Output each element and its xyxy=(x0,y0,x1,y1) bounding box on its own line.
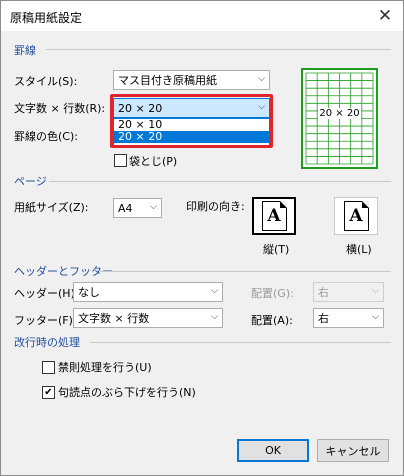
ok-button[interactable]: OK xyxy=(237,439,309,462)
icon-letter: A xyxy=(267,206,281,226)
fold-checkbox[interactable] xyxy=(114,154,127,167)
manuscript-preview: 20 × 20 xyxy=(301,68,378,169)
header-select[interactable]: なし ⌵ xyxy=(73,282,223,302)
icon-letter: A xyxy=(349,206,363,226)
section-divider xyxy=(100,271,391,272)
checkmark-icon: ✔ xyxy=(44,387,53,398)
footer-position-label: 配置(A): xyxy=(251,314,293,327)
chars-lines-label: 文字数 × 行数(R): xyxy=(14,102,106,115)
landscape-label: 横(L) xyxy=(346,243,372,256)
header-position-select[interactable]: 右 ⌵ xyxy=(313,282,384,302)
fold-label: 袋とじ(P) xyxy=(129,155,178,168)
paper-size-label: 用紙サイズ(Z): xyxy=(14,201,89,214)
portrait-button[interactable]: A xyxy=(252,197,296,235)
footer-value: 文字数 × 行数 xyxy=(78,312,150,325)
preview-text: 20 × 20 xyxy=(318,108,361,119)
cancel-button-label: キャンセル xyxy=(325,444,381,458)
header-label: ヘッダー(H): xyxy=(14,287,79,300)
section-divider xyxy=(46,49,391,50)
preview-label: 20 × 20 xyxy=(303,108,376,119)
kinsoku-label: 禁則処理を行う(U) xyxy=(58,361,152,374)
ok-button-label: OK xyxy=(265,444,281,457)
footer-position-select[interactable]: 右 ⌵ xyxy=(313,308,384,328)
footer-select[interactable]: 文字数 × 行数 ⌵ xyxy=(73,308,223,328)
section-title-wrap: 改行時の処理 xyxy=(14,336,80,349)
section-title-header-footer: ヘッダーとフッター xyxy=(14,265,113,278)
chevron-down-icon: ⌵ xyxy=(211,286,218,296)
orientation-label: 印刷の向き: xyxy=(186,200,245,213)
cancel-button[interactable]: キャンセル xyxy=(317,439,389,462)
chevron-down-icon: ⌵ xyxy=(211,312,218,322)
header-value: なし xyxy=(78,286,100,299)
style-select[interactable]: マス目付き原稿用紙 ⌵ xyxy=(113,70,270,90)
dialog-title: 原稿用紙設定 xyxy=(10,11,83,25)
hang-punctuation-label: 句読点のぶら下げを行う(N) xyxy=(58,386,196,399)
portrait-page-icon: A xyxy=(261,201,287,231)
section-divider xyxy=(90,342,391,343)
header-position-value: 右 xyxy=(318,286,329,299)
chevron-down-icon: ⌵ xyxy=(372,312,379,322)
close-icon: ✕ xyxy=(377,6,393,26)
chevron-down-icon: ⌵ xyxy=(150,202,157,212)
paper-size-select[interactable]: A4 ⌵ xyxy=(113,198,162,218)
style-select-value: マス目付き原稿用紙 xyxy=(118,74,217,87)
footer-position-value: 右 xyxy=(318,312,329,325)
hang-punctuation-checkbox[interactable]: ✔ xyxy=(42,386,55,399)
title-bar: 原稿用紙設定 ✕ xyxy=(1,1,403,31)
paper-size-value: A4 xyxy=(118,201,133,215)
chevron-down-icon: ⌵ xyxy=(258,74,265,84)
dialog-window: 原稿用紙設定 ✕ 罫線 スタイル(S): マス目付き原稿用紙 ⌵ 文字数 × 行… xyxy=(0,0,404,476)
kinsoku-checkbox[interactable] xyxy=(42,361,55,374)
section-title-lines: 罫線 xyxy=(14,44,36,57)
section-divider xyxy=(49,181,391,182)
close-button[interactable]: ✕ xyxy=(367,1,403,31)
line-color-label: 罫線の色(C): xyxy=(14,130,78,143)
portrait-label: 縦(T) xyxy=(263,243,290,256)
style-label: スタイル(S): xyxy=(14,75,78,88)
footer-label: フッター(F): xyxy=(14,314,77,327)
header-position-label: 配置(G): xyxy=(251,287,294,300)
landscape-page-icon: A xyxy=(343,201,369,231)
chevron-down-icon: ⌵ xyxy=(372,286,379,296)
highlight-frame xyxy=(110,94,273,148)
landscape-button[interactable]: A xyxy=(334,197,378,235)
section-title-page: ページ xyxy=(14,175,47,188)
